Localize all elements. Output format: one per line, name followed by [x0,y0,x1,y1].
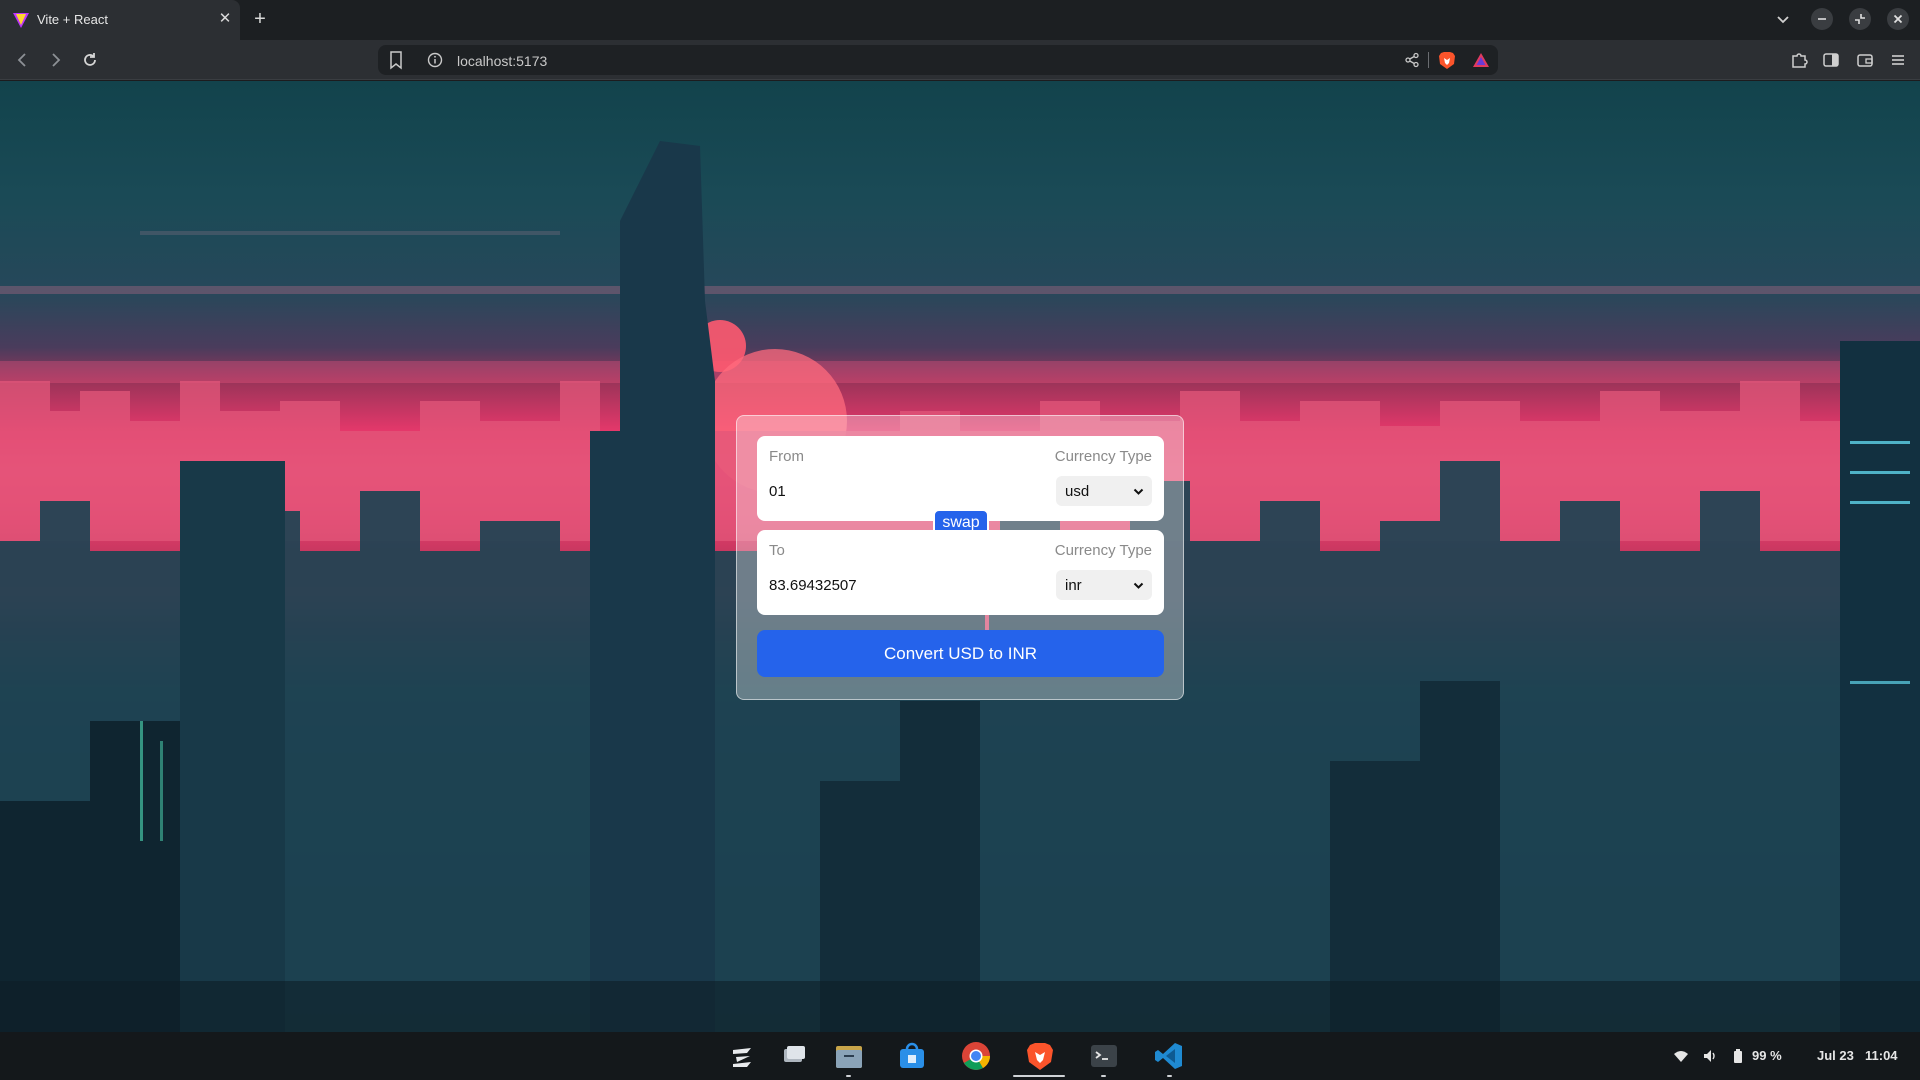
reload-icon[interactable] [79,49,101,71]
close-icon [1893,14,1903,24]
running-indicator [1167,1075,1172,1077]
from-label: From [769,448,804,465]
back-icon[interactable] [11,49,33,71]
to-label: To [769,542,785,559]
running-indicator-active [1013,1075,1065,1077]
browser-tab[interactable]: Vite + React ✕ [0,0,240,40]
site-info-icon[interactable] [427,52,443,68]
minimize-button[interactable] [1811,8,1833,30]
close-tab-icon[interactable]: ✕ [215,9,235,29]
restore-icon [1855,14,1865,24]
sidebar-icon[interactable] [1821,50,1841,70]
extensions-icon[interactable] [1789,50,1809,70]
wifi-icon[interactable] [1673,1048,1689,1064]
battery-percentage: 99 % [1752,1048,1782,1063]
running-indicator [846,1075,851,1077]
wallet-icon[interactable] [1855,50,1875,70]
restore-button[interactable] [1849,8,1871,30]
chrome-icon[interactable] [960,1040,992,1072]
url-separator [1428,52,1429,68]
browser-toolbar: localhost:5173 [0,40,1920,80]
new-tab-button[interactable]: + [249,8,271,30]
tab-title: Vite + React [37,12,108,27]
workspaces-icon[interactable] [777,1040,809,1072]
taskbar: 99 % Jul 23 11:04 [0,1032,1920,1080]
url-text[interactable]: localhost:5173 [457,53,547,69]
zorin-menu-icon[interactable] [726,1040,758,1072]
convert-button[interactable]: Convert USD to INR [757,630,1164,677]
files-icon[interactable] [833,1040,865,1072]
from-currency-value: usd [1065,483,1090,500]
tab-strip: Vite + React ✕ + [0,0,1920,40]
forward-icon[interactable] [45,49,67,71]
to-currency-box: To Currency Type inr [757,530,1164,615]
to-currency-select[interactable]: inr [1056,570,1152,600]
software-store-icon[interactable] [896,1040,928,1072]
address-bar[interactable]: localhost:5173 [378,45,1498,75]
bookmark-icon[interactable] [388,50,404,70]
to-currency-type-label: Currency Type [1054,542,1152,559]
close-window-button[interactable] [1887,8,1909,30]
to-amount-input[interactable] [769,574,1019,596]
vite-logo-icon [13,13,29,28]
tab-list-chevron-icon[interactable] [1772,8,1794,30]
brave-rewards-icon[interactable] [1472,51,1490,69]
brave-shields-icon[interactable] [1438,51,1456,70]
volume-icon[interactable] [1702,1048,1718,1064]
time-text[interactable]: 11:04 [1865,1048,1898,1063]
chevron-down-icon [1133,488,1144,495]
battery-icon[interactable] [1730,1048,1746,1064]
menu-icon[interactable] [1888,50,1908,70]
brave-icon[interactable] [1024,1040,1056,1072]
running-indicator [1101,1075,1106,1077]
date-text[interactable]: Jul 23 [1817,1048,1854,1063]
to-currency-value: inr [1065,577,1082,594]
terminal-icon[interactable] [1088,1040,1120,1072]
minimize-icon [1818,18,1826,20]
currency-converter-card: From Currency Type usd swap To Currency … [736,415,1184,700]
page-viewport: From Currency Type usd swap To Currency … [0,81,1920,1032]
from-amount-input[interactable] [769,480,1019,502]
vscode-icon[interactable] [1153,1040,1185,1072]
from-currency-type-label: Currency Type [1054,448,1152,465]
share-icon[interactable] [1404,52,1420,68]
from-currency-select[interactable]: usd [1056,476,1152,506]
chevron-down-icon [1133,582,1144,589]
